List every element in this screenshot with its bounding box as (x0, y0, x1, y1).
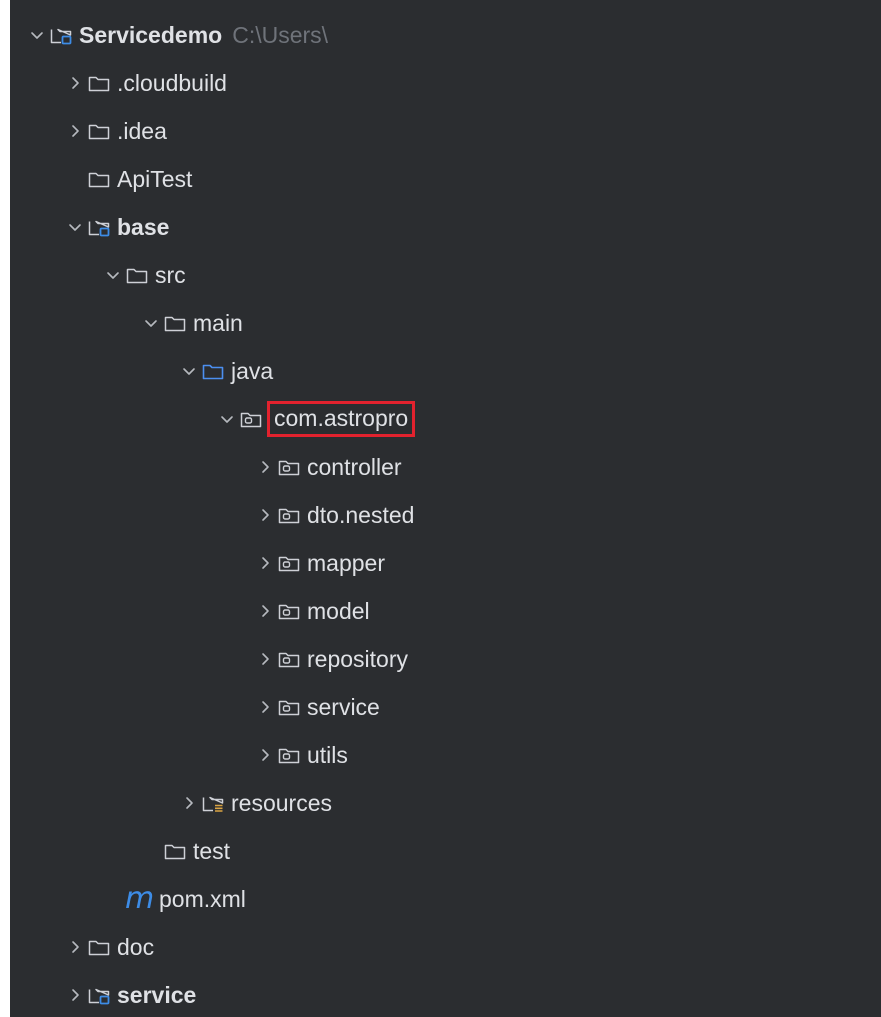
chevron-right-icon[interactable] (253, 695, 277, 719)
folder-icon (163, 839, 189, 863)
tree-item-label: main (193, 309, 243, 336)
tree-item-label: controller (307, 453, 402, 480)
tree-item-main-6[interactable]: main (10, 299, 881, 347)
tree-item-mapper-11[interactable]: mapper (10, 539, 881, 587)
tree-item-label: model (307, 597, 370, 624)
chevron-down-icon[interactable] (101, 263, 125, 287)
tree-item-controller-9[interactable]: controller (10, 443, 881, 491)
tree-item-idea-2[interactable]: .idea (10, 107, 881, 155)
chevron-right-icon[interactable] (63, 935, 87, 959)
tree-item-servicedemo-0[interactable]: Servicedemo C:\Users\ (10, 11, 881, 59)
source-folder-icon (201, 359, 227, 383)
tree-item-utils-15[interactable]: utils (10, 731, 881, 779)
tree-item-pom-xml-18[interactable]: m pom.xml (10, 875, 881, 923)
package-icon (277, 599, 303, 623)
package-icon (277, 503, 303, 527)
chevron-down-icon[interactable] (63, 215, 87, 239)
chevron-right-icon[interactable] (253, 551, 277, 575)
tree-item-label: java (231, 357, 274, 384)
maven-file-icon: m (125, 881, 155, 916)
tree-item-apitest-3[interactable]: ApiTest (10, 155, 881, 203)
module-folder-icon (49, 23, 75, 47)
tree-item-cloudbuild-1[interactable]: .cloudbuild (10, 59, 881, 107)
tree-item-label: doc (117, 933, 155, 960)
tree-item-repository-13[interactable]: repository (10, 635, 881, 683)
tree-item-resources-16[interactable]: resources (10, 779, 881, 827)
tree-item-test-17[interactable]: test (10, 827, 881, 875)
folder-icon (87, 935, 113, 959)
tree-item-base-4[interactable]: base (10, 203, 881, 251)
tree-item-service-20[interactable]: service (10, 971, 881, 1017)
chevron-right-icon[interactable] (63, 983, 87, 1007)
folder-icon (163, 311, 189, 335)
tree-item-label: repository (307, 645, 408, 672)
folder-icon (87, 119, 113, 143)
tree-item-src-5[interactable]: src (10, 251, 881, 299)
package-icon (277, 551, 303, 575)
resources-folder-icon (201, 791, 227, 815)
chevron-down-icon[interactable] (215, 407, 239, 431)
tree-item-service-14[interactable]: service (10, 683, 881, 731)
tree-item-label: src (155, 261, 186, 288)
module-path-hint: C:\Users\ (232, 21, 329, 48)
tree-item-label: base (117, 213, 170, 240)
tree-item-label: .idea (117, 117, 167, 144)
tree-item-com-astropro-8[interactable]: com.astropro (10, 395, 881, 443)
chevron-right-icon[interactable] (253, 599, 277, 623)
tree-item-label: Servicedemo (79, 21, 223, 48)
tree-item-label: ApiTest (117, 165, 193, 192)
chevron-down-icon[interactable] (25, 23, 49, 47)
module-folder-icon (87, 215, 113, 239)
tree-item-label: service (307, 693, 380, 720)
tree-item-label: utils (307, 741, 348, 768)
package-icon (277, 743, 303, 767)
tree-item-dto-nested-10[interactable]: dto.nested (10, 491, 881, 539)
chevron-right-icon[interactable] (253, 503, 277, 527)
chevron-right-icon[interactable] (253, 647, 277, 671)
highlighted-tree-label: com.astropro (267, 401, 416, 437)
tree-item-doc-19[interactable]: doc (10, 923, 881, 971)
tree-item-label: service (117, 981, 197, 1008)
tree-item-label: dto.nested (307, 501, 415, 528)
tree-item-label: mapper (307, 549, 385, 576)
folder-icon (87, 71, 113, 95)
folder-icon (125, 263, 151, 287)
package-icon (277, 695, 303, 719)
chevron-down-icon[interactable] (139, 311, 163, 335)
chevron-down-icon[interactable] (177, 359, 201, 383)
package-icon (239, 407, 265, 431)
folder-icon (87, 167, 113, 191)
chevron-right-icon[interactable] (63, 71, 87, 95)
chevron-right-icon[interactable] (177, 791, 201, 815)
tree-item-label: resources (231, 789, 332, 816)
package-icon (277, 455, 303, 479)
chevron-right-icon[interactable] (253, 455, 277, 479)
project-tree-panel: Servicedemo C:\Users\ .cloudbuild .idea ApiT… (10, 0, 881, 1017)
chevron-right-icon[interactable] (253, 743, 277, 767)
package-icon (277, 647, 303, 671)
module-folder-icon (87, 983, 113, 1007)
tree-item-label: pom.xml (159, 885, 246, 912)
tree-item-label: test (193, 837, 231, 864)
tree-item-java-7[interactable]: java (10, 347, 881, 395)
chevron-right-icon[interactable] (63, 119, 87, 143)
tree-item-label: .cloudbuild (117, 69, 227, 96)
tree-item-model-12[interactable]: model (10, 587, 881, 635)
